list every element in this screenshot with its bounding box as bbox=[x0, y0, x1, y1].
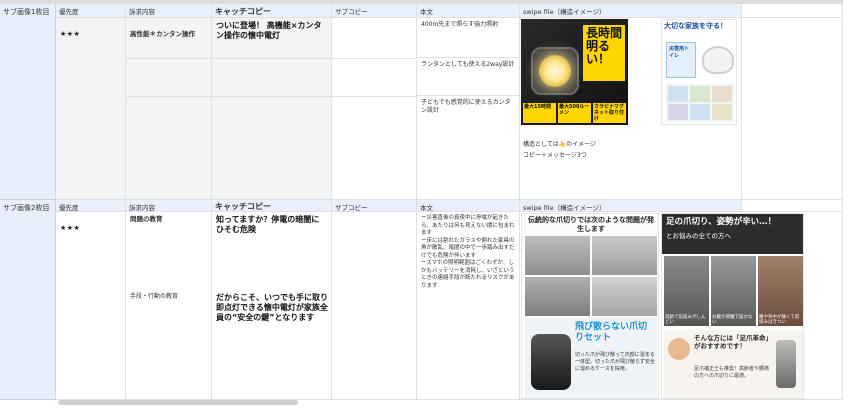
body-cell-2[interactable]: ランタンとしても使える2way設計 bbox=[417, 58, 520, 96]
toilet-icon bbox=[702, 46, 734, 74]
body-cell-1[interactable]: 400m先まで照らす強力照射 bbox=[417, 18, 520, 58]
person-avatar bbox=[668, 338, 690, 360]
posture-photo-grid: 高齢で前屈みがしんどい お腹が邪魔で届かない 腰や背中が痛くて前屈みはきつい bbox=[664, 256, 803, 326]
recommend-panel: そんな方には「足爪革命」がおすすめです！ 足爪補正士も推奨！高齢者や腰痛の方への… bbox=[664, 330, 803, 398]
photo: 高齢で前屈みがしんどい bbox=[664, 256, 709, 326]
badge: 最大500ルーメン bbox=[558, 103, 591, 123]
thumbnail bbox=[668, 86, 688, 102]
header-catch[interactable]: キャッチコピー bbox=[212, 4, 332, 18]
photo bbox=[592, 236, 657, 275]
priority-stars: ★★★ bbox=[60, 30, 81, 38]
catch-text-1: 知ってますか？停電の暗闇にひそむ危険 bbox=[216, 215, 320, 234]
package-shape: 災害用トイレ bbox=[666, 42, 696, 78]
header-swipe[interactable]: swipe file（構造イメージ） bbox=[520, 4, 742, 18]
product-name: 飛び散らない爪切りセット bbox=[575, 322, 648, 343]
note-line-2: コピー＋メッセージ3つ bbox=[523, 152, 587, 159]
thumbnail bbox=[712, 104, 732, 120]
photo bbox=[592, 277, 657, 316]
header-body[interactable]: 本文 bbox=[417, 4, 520, 18]
row-label-2[interactable]: サブ画像2枚目 bbox=[0, 200, 56, 400]
thumbnail bbox=[712, 86, 732, 102]
body-line-1: 400m先まで照らす強力照射 bbox=[421, 21, 499, 28]
appeal-cell[interactable]: 高性能＊カンタン操作 bbox=[126, 18, 212, 200]
thumbnail-grid bbox=[666, 84, 734, 122]
body-cell[interactable]: ー災害直後の真夜中に停電が起きたら、あたりは何も見えない闇に包まれます ー床には… bbox=[417, 212, 520, 400]
appeal-cell[interactable]: 問題の教育 手段・行動の教育 bbox=[126, 212, 212, 400]
toilet-headline: 大切な家族を守る！ bbox=[664, 22, 727, 30]
clipper-icon bbox=[531, 334, 571, 390]
photo-label: 腰や背中が痛くて前屈みはきつい bbox=[759, 315, 800, 325]
photo bbox=[525, 277, 590, 316]
appeal-text-2: 手段・行動の教育 bbox=[130, 293, 179, 300]
foot-sub: とお悩みの全ての方へ bbox=[666, 232, 731, 240]
headline-banner: 足の爪切り、姿勢が辛い…！ とお悩みの全ての方へ bbox=[662, 214, 803, 254]
photo bbox=[525, 236, 590, 275]
catch-text-2: だからこそ、いつでも手に取り即点灯できる懐中電灯が家族全員の“安全の鍵”となりま… bbox=[216, 293, 328, 322]
note-line-1: 構造としては👆のイメージ bbox=[523, 141, 597, 148]
priority-cell[interactable]: ★★★ bbox=[56, 212, 126, 400]
recommend-headline: そんな方には「足爪革命」がおすすめです！ bbox=[694, 334, 769, 350]
header-sub[interactable]: サブコピー bbox=[332, 4, 417, 18]
sub-cell[interactable] bbox=[332, 18, 417, 200]
flashlight-image[interactable]: 長時間明るい！ 最大15時間 最大500ルーメン カラビナマグネット取り付け bbox=[521, 19, 628, 125]
foot-headline: 足の爪切り、姿勢が辛い…！ bbox=[666, 217, 777, 227]
divider bbox=[212, 58, 332, 59]
product-caption: 切った爪が飛び散って内部に溜まる一体型。切った爪が飛び散らず安全に溜めるケースを… bbox=[575, 352, 655, 372]
body-cell-3[interactable]: 子どもでも感覚的に使えるカンタン設計 bbox=[417, 96, 520, 200]
product-panel: 飛び散らない爪切りセット 切った爪が飛び散って内部に溜まる一体型。切った爪が飛び… bbox=[525, 318, 657, 398]
catch-cell[interactable]: ついに登場！ 高機能×カンタン操作の懐中電灯 bbox=[212, 18, 332, 200]
badge-row: 最大15時間 最大500ルーメン カラビナマグネット取り付け bbox=[523, 103, 626, 123]
row-label-1[interactable]: サブ画像1枚目 bbox=[0, 4, 56, 200]
catch-cell[interactable]: 知ってますか？停電の暗闇にひそむ危険 だからこそ、いつでも手に取り即点灯できる懐… bbox=[212, 212, 332, 400]
header-swipe[interactable]: swipe file（構造イメージ） bbox=[520, 200, 742, 212]
headline-text: 長時間明るい！ bbox=[586, 26, 623, 66]
header-catch[interactable]: キャッチコピー bbox=[212, 200, 332, 212]
recommend-sub: 足爪補正士も推奨！高齢者や腰痛の方への爪切りに最適。 bbox=[694, 366, 770, 379]
empty-cell[interactable] bbox=[742, 4, 843, 18]
divider bbox=[212, 96, 332, 97]
appeal-text: 高性能＊カンタン操作 bbox=[130, 30, 195, 38]
headline-box: 長時間明るい！ bbox=[583, 25, 625, 81]
package-label: 災害用トイレ bbox=[669, 46, 690, 59]
horizontal-scrollbar[interactable] bbox=[58, 400, 298, 405]
header-priority[interactable]: 優先度 bbox=[56, 4, 126, 18]
header-priority[interactable]: 優先度 bbox=[56, 200, 126, 212]
problem-photo-grid bbox=[525, 236, 657, 316]
header-appeal[interactable]: 訴求内容 bbox=[126, 4, 212, 18]
header-appeal[interactable]: 訴求内容 bbox=[126, 200, 212, 212]
foot-nail-image[interactable]: 足の爪切り、姿勢が辛い…！ とお悩みの全ての方へ 高齢で前屈みがしんどい お腹が… bbox=[661, 213, 804, 399]
body-text: ー災害直後の真夜中に停電が起きたら、あたりは何も見えない闇に包まれます ー床には… bbox=[421, 215, 515, 289]
appeal-text-1: 問題の教育 bbox=[130, 215, 163, 223]
badge: カラビナマグネット取り付け bbox=[593, 103, 626, 123]
priority-cell[interactable]: ★★★ bbox=[56, 18, 126, 200]
sub-cell[interactable] bbox=[332, 212, 417, 400]
divider bbox=[126, 96, 212, 97]
empty-cell[interactable] bbox=[742, 18, 843, 200]
header-body[interactable]: 本文 bbox=[417, 200, 520, 212]
header-sub[interactable]: サブコピー bbox=[332, 200, 417, 212]
catch-text: ついに登場！ 高機能×カンタン操作の懐中電灯 bbox=[216, 21, 322, 40]
body-line-2: ランタンとしても使える2way設計 bbox=[421, 61, 515, 68]
priority-stars: ★★★ bbox=[60, 224, 81, 232]
thumbnail bbox=[690, 104, 710, 120]
thumbnail bbox=[690, 86, 710, 102]
divider bbox=[332, 96, 417, 97]
nail-clipper-image[interactable]: 伝統的な爪切りでは次のような問題が発生します 飛び散らない爪切りセット 切った爪… bbox=[521, 213, 659, 399]
clipper-headline: 伝統的な爪切りでは次のような問題が発生します bbox=[528, 216, 654, 233]
divider bbox=[332, 58, 417, 59]
empty-cell[interactable] bbox=[742, 200, 843, 212]
photo-label: 高齢で前屈みがしんどい bbox=[665, 315, 706, 325]
photo: お腹が邪魔で届かない bbox=[711, 256, 756, 326]
thumbnail bbox=[668, 104, 688, 120]
nail-clipper-icon bbox=[776, 340, 796, 388]
photo-label: お腹が邪魔で届かない bbox=[712, 315, 753, 325]
body-line-3: 子どもでも感覚的に使えるカンタン設計 bbox=[421, 99, 511, 114]
badge: 最大15時間 bbox=[523, 103, 556, 123]
divider bbox=[126, 58, 212, 59]
lamp-light-icon bbox=[539, 55, 571, 87]
photo: 腰や背中が痛くて前屈みはきつい bbox=[758, 256, 803, 326]
toilet-image[interactable]: 大切な家族を守る！ 災害用トイレ bbox=[661, 19, 737, 125]
